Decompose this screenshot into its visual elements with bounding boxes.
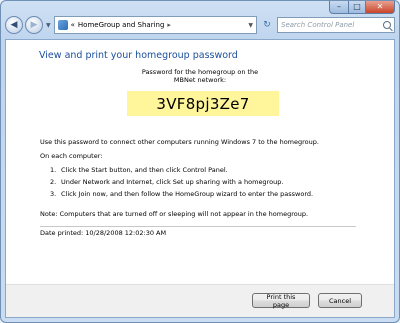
maximize-button[interactable]: □ xyxy=(349,1,366,14)
recent-pages-dropdown-icon[interactable]: ▼ xyxy=(46,22,51,29)
navigation-bar: ◀ ▶ ▼ « HomeGroup and Sharing ▸ ▼ ↻ Sear… xyxy=(5,14,395,36)
address-segment-homegroup[interactable]: HomeGroup and Sharing xyxy=(78,21,164,29)
step-item: 3. Click Join now, and then follow the Ho… xyxy=(50,190,313,198)
close-button[interactable]: ✕ xyxy=(366,1,395,14)
step-text: Click the Start button, and then click C… xyxy=(61,166,228,174)
print-page-button[interactable]: Print this page xyxy=(252,293,310,309)
maximize-icon: □ xyxy=(353,2,361,11)
back-arrow-icon: ◀ xyxy=(10,20,18,30)
step-item: 1. Click the Start button, and then click… xyxy=(50,166,228,174)
cancel-button[interactable]: Cancel xyxy=(318,293,362,308)
search-input[interactable]: Search Control Panel xyxy=(277,17,395,33)
address-dropdown-icon[interactable]: ▼ xyxy=(248,22,253,29)
refresh-icon: ↻ xyxy=(263,20,271,30)
step-text: Click Join now, and then follow the Home… xyxy=(61,190,314,198)
search-icon[interactable] xyxy=(383,21,391,29)
step-number: 3. xyxy=(50,190,57,198)
content-pane: View and print your homegroup password P… xyxy=(5,39,395,318)
divider xyxy=(40,226,356,227)
back-button[interactable]: ◀ xyxy=(5,16,23,34)
each-computer-label: On each computer: xyxy=(40,152,103,160)
homegroup-password: 3VF8pj3Ze7 xyxy=(127,91,279,116)
close-icon: ✕ xyxy=(376,2,384,11)
refresh-button[interactable]: ↻ xyxy=(259,17,275,33)
step-text: Under Network and Internet, click Set up… xyxy=(61,178,284,186)
note-text: Note: Computers that are turned off or s… xyxy=(40,210,309,218)
password-caption-line2: MBNet network: xyxy=(173,76,227,84)
forward-arrow-icon: ▶ xyxy=(30,20,38,30)
footer-bar: Print this page Cancel xyxy=(6,284,394,317)
step-number: 2. xyxy=(50,178,57,186)
address-separator[interactable]: ▸ xyxy=(167,21,171,29)
step-number: 1. xyxy=(50,166,57,174)
caption-buttons: – □ ✕ xyxy=(329,1,395,14)
step-item: 2. Under Network and Internet, click Set … xyxy=(50,178,283,186)
page-title: View and print your homegroup password xyxy=(39,50,238,61)
address-prefix[interactable]: « xyxy=(71,21,75,29)
control-panel-icon xyxy=(57,20,68,30)
homegroup-window: – □ ✕ ◀ ▶ ▼ « HomeGroup and Sharing ▸ ▼ … xyxy=(0,0,400,323)
search-placeholder: Search Control Panel xyxy=(281,21,355,29)
password-caption-line1: Password for the homegroup on the xyxy=(141,68,259,76)
minimize-icon: – xyxy=(337,2,341,11)
date-printed: Date printed: 10/28/2008 12:02:30 AM xyxy=(40,229,167,237)
minimize-button[interactable]: – xyxy=(329,1,349,14)
forward-button[interactable]: ▶ xyxy=(25,16,43,34)
instructions-text: Use this password to connect other compu… xyxy=(40,138,319,146)
address-bar[interactable]: « HomeGroup and Sharing ▸ ▼ xyxy=(53,16,257,34)
password-caption: Password for the homegroup on the MBNet … xyxy=(6,68,394,84)
